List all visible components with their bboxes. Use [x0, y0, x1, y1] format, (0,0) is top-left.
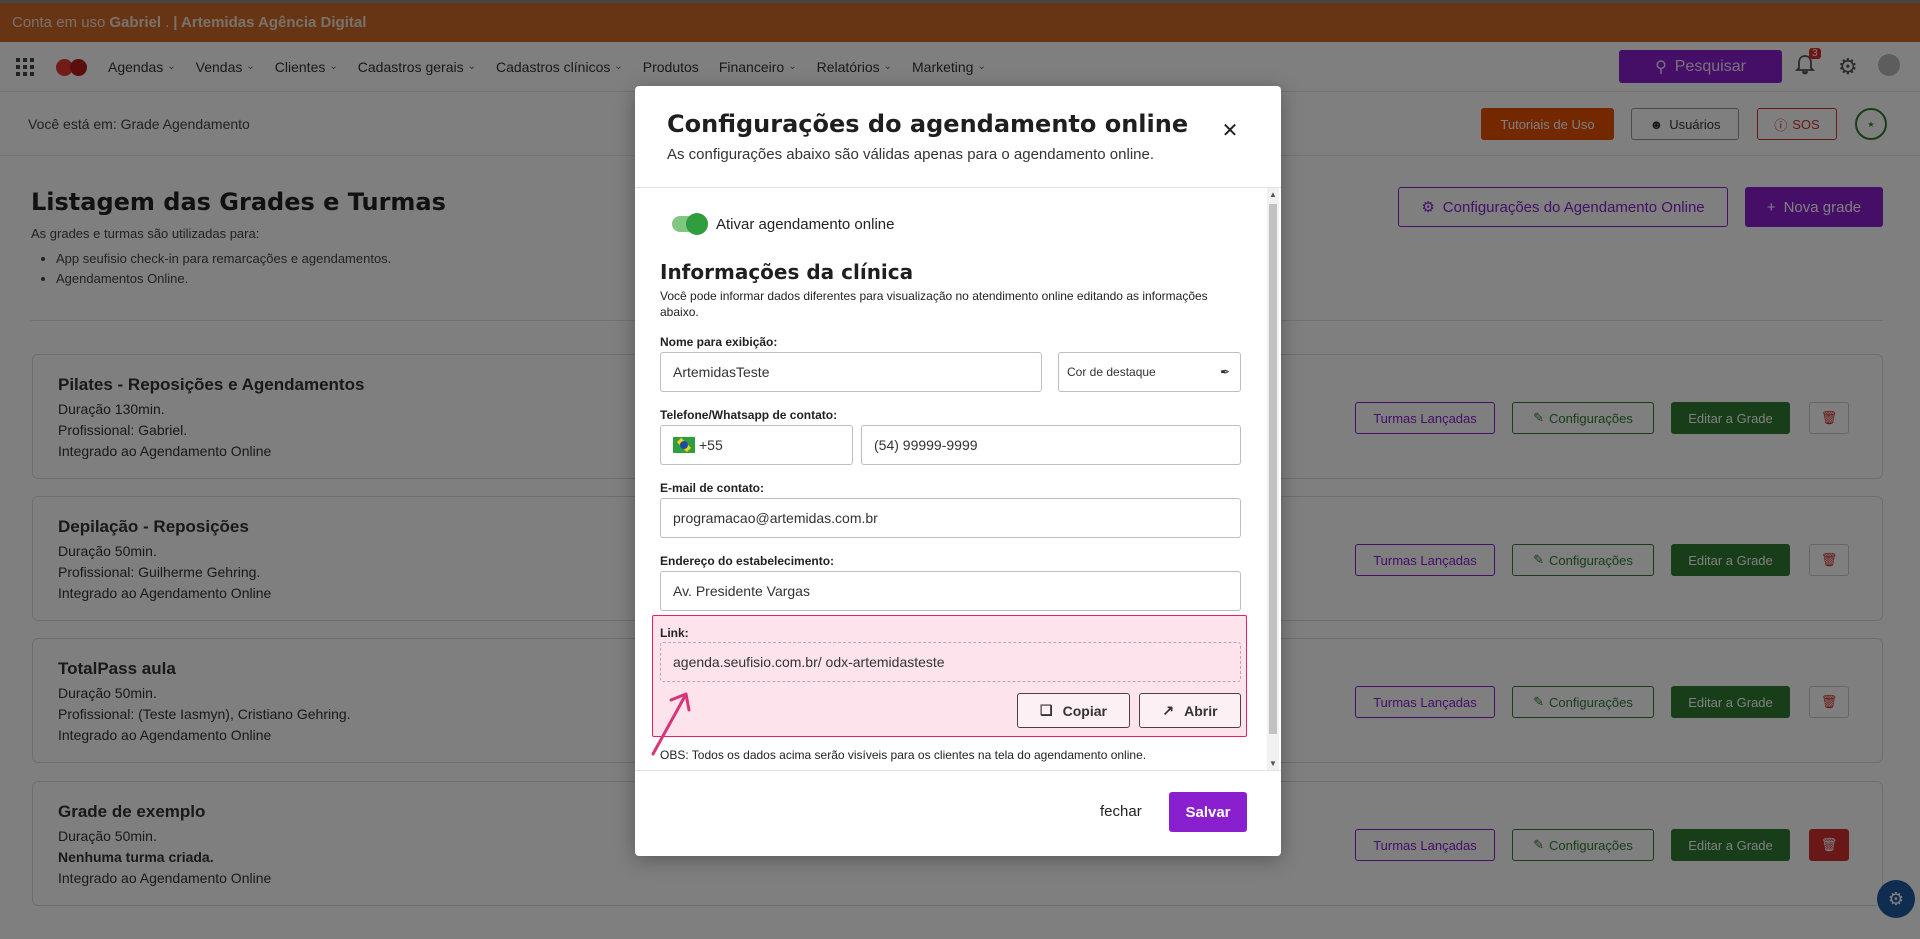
scroll-down-icon[interactable]: ▼: [1269, 759, 1277, 768]
scrollbar-thumb[interactable]: [1269, 204, 1277, 734]
section-title: Informações da clínica: [660, 260, 914, 284]
scroll-up-icon[interactable]: ▲: [1269, 190, 1277, 199]
email-input[interactable]: programacao@artemidas.com.br: [660, 498, 1241, 538]
phone-input[interactable]: (54) 99999-9999: [861, 425, 1241, 465]
modal-title: Configurações do agendamento online: [667, 110, 1189, 138]
link-field[interactable]: agenda.seufisio.com.br/ odx-artemidastes…: [660, 642, 1241, 682]
email-label: E-mail de contato:: [660, 481, 765, 495]
link-label: Link:: [660, 626, 689, 640]
enable-online-scheduling-toggle[interactable]: [672, 213, 708, 235]
save-button[interactable]: Salvar: [1169, 792, 1247, 832]
address-label: Endereço do estabelecimento:: [660, 554, 835, 568]
phone-label: Telefone/Whatsapp de contato:: [660, 408, 838, 422]
section-description: Você pode informar dados diferentes para…: [660, 289, 1208, 319]
brazil-flag-icon: [673, 437, 695, 453]
modal-subtitle: As configurações abaixo são válidas apen…: [667, 146, 1155, 163]
display-name-label: Nome para exibição:: [660, 335, 778, 349]
display-name-input[interactable]: ArtemidasTeste: [660, 352, 1042, 392]
obs-note: OBS: Todos os dados acima serão visíveis…: [660, 748, 1147, 762]
copy-icon: ❏: [1040, 702, 1053, 718]
modal-body: Ativar agendamento online Informações da…: [635, 188, 1281, 770]
open-button[interactable]: ↗ Abrir: [1139, 693, 1241, 728]
close-icon[interactable]: ✕: [1218, 118, 1242, 142]
highlight-color-picker[interactable]: Cor de destaque ✒: [1058, 352, 1241, 392]
country-code-select[interactable]: +55: [660, 425, 853, 465]
copy-button[interactable]: ❏ Copiar: [1017, 693, 1130, 728]
link-section: Link: agenda.seufisio.com.br/ odx-artemi…: [652, 615, 1247, 737]
online-scheduling-config-modal: Configurações do agendamento online As c…: [635, 86, 1281, 856]
address-input[interactable]: Av. Presidente Vargas: [660, 571, 1241, 611]
modal-scrollbar[interactable]: ▲ ▼: [1267, 188, 1279, 770]
divider: [635, 770, 1281, 771]
close-button[interactable]: fechar: [1100, 803, 1142, 820]
eyedropper-icon: ✒: [1219, 365, 1230, 379]
external-link-icon: ↗: [1162, 702, 1175, 718]
toggle-label: Ativar agendamento online: [716, 216, 895, 233]
